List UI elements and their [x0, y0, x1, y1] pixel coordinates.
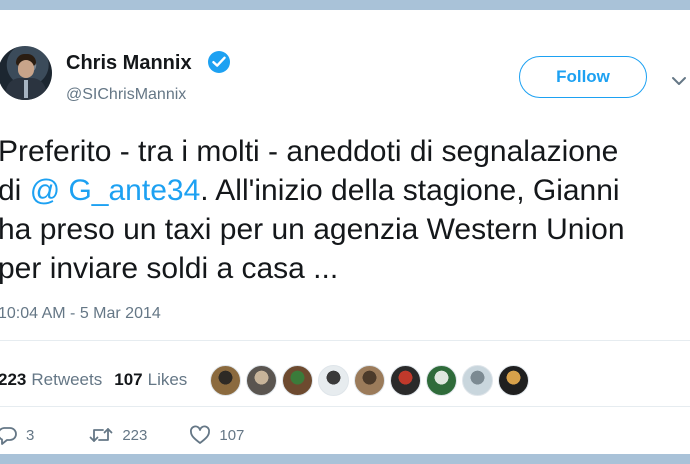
divider-bottom [0, 406, 690, 407]
likes-count[interactable]: 107 [114, 370, 142, 390]
retweets-count[interactable]: 223 [0, 370, 26, 390]
retweet-count: 223 [122, 426, 148, 444]
tweet-line-2-prefix: di [0, 174, 30, 207]
like-button[interactable]: 107 [189, 425, 244, 445]
mention-link[interactable]: @ G_ante34 [30, 174, 201, 207]
like-count: 107 [219, 426, 245, 444]
retweet-button[interactable]: 223 [88, 424, 147, 446]
liker-avatar[interactable] [210, 365, 241, 396]
reply-count: 3 [26, 426, 35, 444]
liker-avatars [210, 365, 534, 397]
tweet-line-3: ha preso un taxi per un agenzia Western … [0, 213, 625, 246]
liker-avatar[interactable] [354, 365, 385, 396]
tweet-line-4: per inviare soldi a casa ... [0, 252, 339, 285]
liker-avatar[interactable] [246, 365, 277, 396]
avatar-tie [24, 80, 28, 98]
tweet-actions: 3 223 107 [0, 422, 244, 448]
liker-avatar[interactable] [318, 365, 349, 396]
liker-avatar[interactable] [426, 365, 457, 396]
heart-icon [190, 425, 211, 444]
retweet-icon [89, 428, 113, 442]
tweet-line-1: Preferito - tra i molti - aneddoti di se… [0, 135, 619, 168]
chevron-down-icon[interactable] [670, 72, 688, 90]
tweet-line-2: di @ G_ante34. All'inizio della stagione… [0, 171, 690, 210]
liker-avatar[interactable] [282, 365, 313, 396]
engagement-stats: 223 Retweets 107 Likes [0, 362, 187, 398]
tweet-timestamp[interactable]: 10:04 AM - 5 Mar 2014 [0, 305, 161, 323]
tweet-text: Preferito - tra i molti - aneddoti di se… [0, 132, 690, 288]
author-handle[interactable]: @SIChrisMannix [66, 86, 186, 104]
retweets-label[interactable]: Retweets [31, 370, 102, 390]
liker-avatar[interactable] [498, 365, 529, 396]
divider-top [0, 340, 690, 341]
tweet-card: Chris Mannix @SIChrisMannix Follow Prefe… [0, 10, 690, 454]
reply-button[interactable]: 3 [0, 424, 34, 446]
follow-button[interactable]: Follow [519, 56, 647, 98]
author-name[interactable]: Chris Mannix [66, 52, 192, 75]
verified-badge-icon [208, 51, 230, 73]
liker-avatar[interactable] [462, 365, 493, 396]
avatar-face [18, 60, 34, 78]
likes-label[interactable]: Likes [148, 370, 188, 390]
reply-icon [0, 427, 17, 445]
tweet-header: Chris Mannix @SIChrisMannix Follow [0, 10, 690, 110]
liker-avatar[interactable] [390, 365, 421, 396]
author-avatar[interactable] [0, 46, 52, 100]
tweet-line-2-suffix: . All'inizio della stagione, Gianni [200, 174, 620, 207]
